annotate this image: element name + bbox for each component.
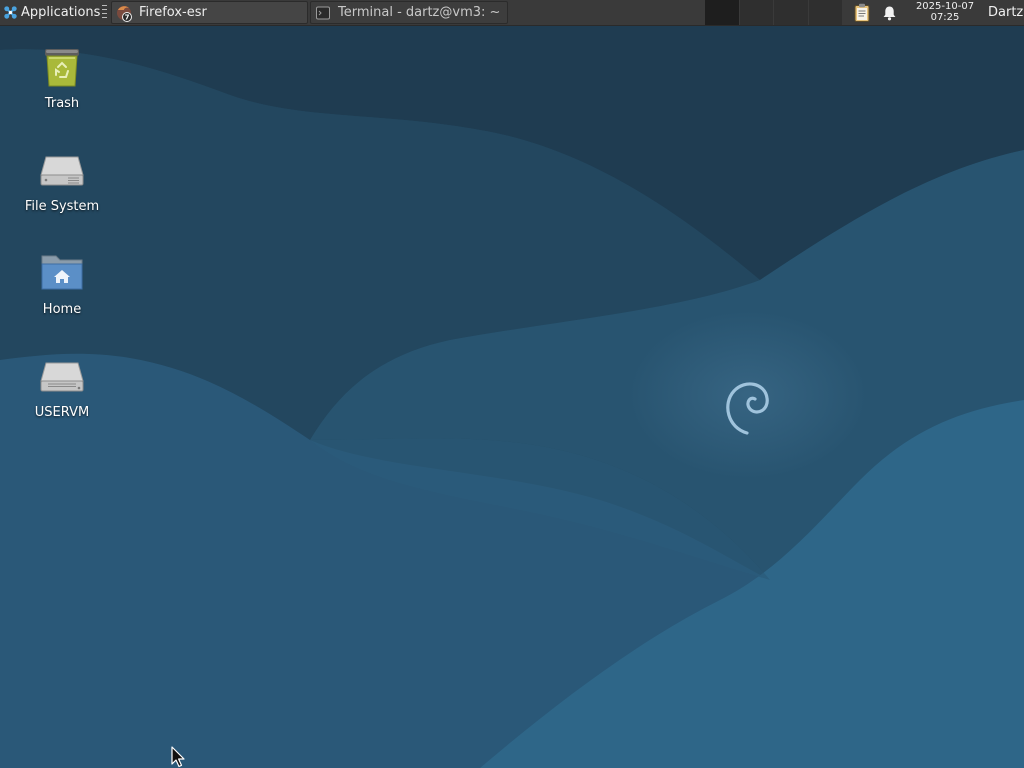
drive-icon [40, 362, 84, 392]
desktop-icon-file-system[interactable]: File System [12, 145, 112, 214]
desktop-icon-label: Home [42, 302, 82, 317]
desktop-icon-label: File System [24, 199, 100, 214]
user-menu-button[interactable]: Dartz [988, 0, 1023, 25]
taskbar-button-terminal[interactable]: Terminal - dartz@vm3: ~ [310, 1, 508, 24]
workspace-4[interactable] [807, 0, 842, 25]
applications-label: Applications [21, 5, 101, 20]
taskbar-button-firefox[interactable]: 7 Firefox-esr [111, 1, 308, 24]
firefox-badge-count: 7 [125, 13, 130, 21]
desktop-wallpaper [0, 0, 1024, 768]
desktop-icon-trash[interactable]: Trash [12, 42, 112, 111]
clock-time: 07:25 [930, 12, 960, 23]
workspace-1[interactable] [704, 0, 739, 25]
trash-icon [45, 49, 79, 87]
desktop-icon-label: USERVM [34, 405, 90, 420]
mouse-pointer-icon [171, 746, 185, 768]
notification-bell-icon[interactable] [882, 5, 897, 21]
drive-icon [40, 156, 84, 186]
workspace-3[interactable] [773, 0, 808, 25]
applications-menu-button[interactable]: Applications [0, 0, 110, 25]
taskbar-label-terminal: Terminal - dartz@vm3: ~ [338, 5, 501, 20]
workspace-switcher[interactable] [704, 0, 842, 25]
desktop-icon-label: Trash [44, 96, 80, 111]
desktop-icon-uservm[interactable]: USERVM [12, 351, 112, 420]
desktop-icon-home[interactable]: Home [12, 248, 112, 317]
taskbar-label-firefox: Firefox-esr [139, 5, 207, 20]
top-panel: Applications 7 Firefox-esr Terminal - da… [0, 0, 1024, 26]
clipboard-icon[interactable] [853, 3, 871, 22]
firefox-icon: 7 [117, 5, 132, 22]
workspace-2[interactable] [738, 0, 773, 25]
xfce-logo-icon [4, 6, 17, 19]
terminal-icon [316, 6, 330, 19]
panel-separator-handle [102, 5, 107, 20]
clock-date: 2025-10-07 [915, 1, 975, 12]
panel-clock[interactable]: 2025-10-07 07:25 [908, 1, 982, 23]
home-folder-icon [41, 255, 83, 290]
